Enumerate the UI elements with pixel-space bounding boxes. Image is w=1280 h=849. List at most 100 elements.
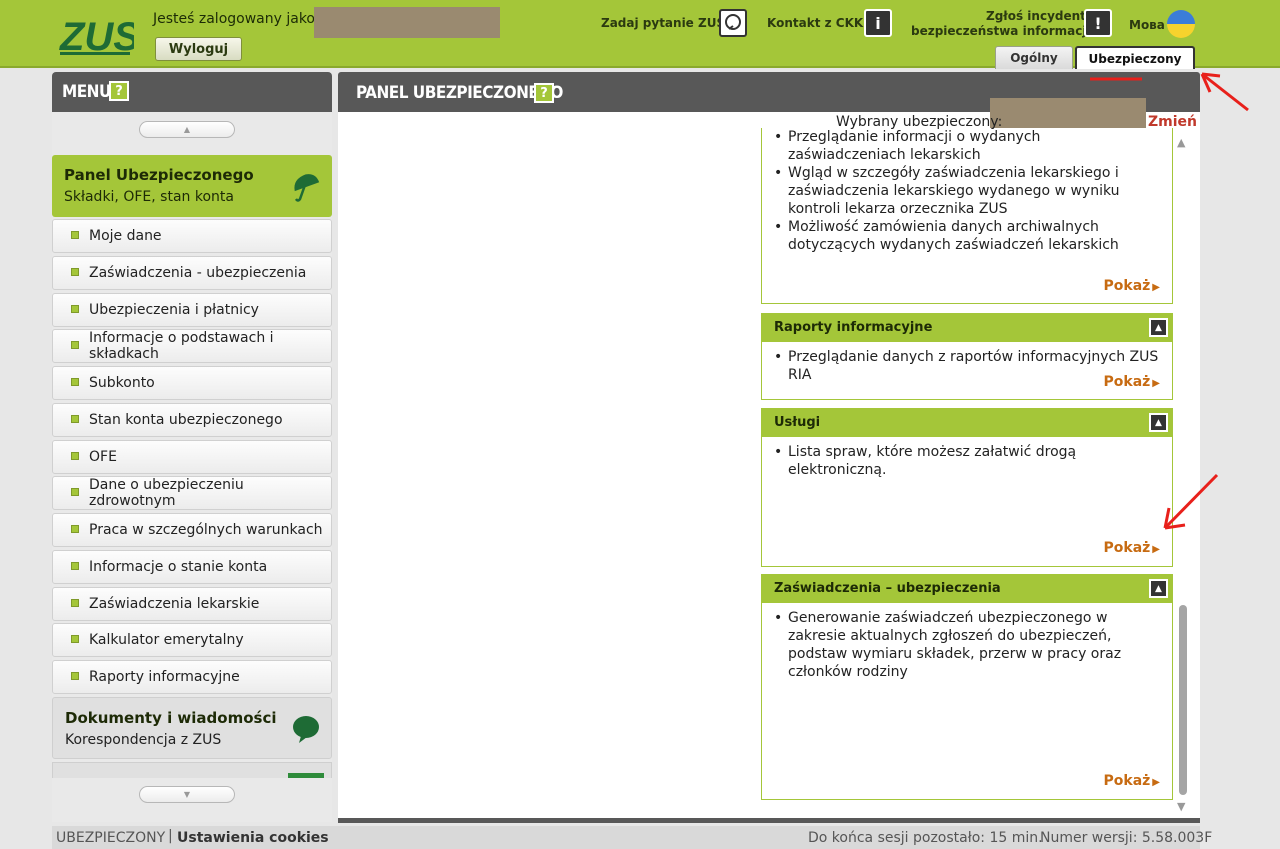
box-title: Zaświadczenia – ubezpieczenia xyxy=(774,581,1001,596)
next-menu-card[interactable] xyxy=(52,762,332,778)
sidebar-item-podstawy-skladki[interactable]: Informacje o podstawach i składkach xyxy=(52,329,332,363)
sidebar-item-label: Dane o ubezpieczeniu zdrowotnym xyxy=(89,477,244,509)
box-raporty-informacyjne: Raporty informacyjne ▲ Przeglądanie danyc… xyxy=(761,313,1173,400)
menu-help-icon[interactable]: ? xyxy=(109,81,129,101)
show-link[interactable]: Pokaż ▶ xyxy=(1104,278,1161,294)
bullet-icon xyxy=(71,562,79,570)
user-role: UBEZPIECZONY xyxy=(56,830,166,846)
sidebar-item-label: Zaświadczenia - ubezpieczenia xyxy=(89,265,307,281)
list-item: Generowanie zaświadczeń ubezpieczonego w… xyxy=(774,609,1160,681)
box-zaswiadczenia-lekarskie: Przeglądanie informacji o wydanych zaświ… xyxy=(761,128,1173,304)
bullet-icon xyxy=(71,452,79,460)
chevron-right-icon: ▶ xyxy=(1152,777,1160,788)
show-link-label: Pokaż xyxy=(1103,773,1151,789)
zus-logo[interactable]: ZUS xyxy=(58,12,134,58)
show-link[interactable]: Pokaż ▶ xyxy=(1104,374,1161,390)
ukraine-flag-icon[interactable] xyxy=(1167,10,1195,38)
sidebar-item-moje-dane[interactable]: Moje dane xyxy=(52,219,332,253)
version-number: Numer wersji: 5.58.003F xyxy=(1040,830,1213,846)
sidebar-item-stan-konta-ubezpieczonego[interactable]: Stan konta ubezpieczonego xyxy=(52,403,332,437)
bullet-icon xyxy=(71,672,79,680)
sidebar-item-ubezpieczenie-zdrowotne[interactable]: Dane o ubezpieczeniu zdrowotnym xyxy=(52,476,332,510)
menu-title: MENU xyxy=(62,82,111,102)
sidebar-item-raporty-informacyjne[interactable]: Raporty informacyjne xyxy=(52,660,332,694)
contact-ckk-link[interactable]: Kontakt z CKK xyxy=(767,16,863,30)
chevron-right-icon: ▶ xyxy=(1152,282,1160,293)
collapse-box-icon[interactable]: ▲ xyxy=(1149,579,1168,598)
list-item: Lista spraw, które możesz załatwić drogą… xyxy=(774,443,1160,479)
language-label[interactable]: Мова xyxy=(1129,18,1165,32)
sidebar-item-label: Kalkulator emerytalny xyxy=(89,632,244,648)
sidebar-item-label: Subkonto xyxy=(89,375,155,391)
sidebar-item-zaswiadczenia-lekarskie[interactable]: Zaświadczenia lekarskie xyxy=(52,587,332,621)
panel-card-subtitle: Składki, OFE, stan konta xyxy=(64,189,234,205)
sidebar-item-kalkulator-emerytalny[interactable]: Kalkulator emerytalny xyxy=(52,623,332,657)
list-item: Możliwość zamówienia danych archiwalnych… xyxy=(774,218,1160,254)
list-item: Przeglądanie informacji o wydanych zaświ… xyxy=(774,128,1160,164)
envelope-icon xyxy=(288,773,324,778)
logout-button[interactable]: Wyloguj xyxy=(155,37,242,61)
show-link[interactable]: Pokaż ▶ xyxy=(1104,773,1161,789)
box-header: Zaświadczenia – ubezpieczenia ▲ xyxy=(762,575,1172,603)
sidebar-item-label: OFE xyxy=(89,449,117,465)
box-title: Usługi xyxy=(774,415,821,430)
sidebar-item-label: Informacje o podstawach i składkach xyxy=(89,330,274,362)
sidebar-item-subkonto[interactable]: Subkonto xyxy=(52,366,332,400)
svg-text:ZUS: ZUS xyxy=(59,15,134,58)
ask-zus-link[interactable]: Zadaj pytanie ZUS xyxy=(601,16,725,30)
annotation-arrow-tab xyxy=(1090,72,1249,112)
sidebar-item-label: Moje dane xyxy=(89,228,162,244)
scroll-down-arrow-icon[interactable]: ▼ xyxy=(1177,800,1185,813)
chevron-right-icon: ▶ xyxy=(1152,378,1160,389)
collapse-box-icon[interactable]: ▲ xyxy=(1149,318,1168,337)
logged-in-label: Jesteś zalogowany jako: xyxy=(153,11,320,27)
umbrella-icon xyxy=(294,174,320,202)
docs-card-title: Dokumenty i wiadomości xyxy=(65,709,277,727)
show-link-label: Pokaż xyxy=(1103,278,1151,294)
main-help-icon[interactable]: ? xyxy=(534,83,554,103)
list-item: Wgląd w szczegóły zaświadczenia lekarski… xyxy=(774,164,1160,218)
bullet-icon xyxy=(71,341,79,349)
box-list: Przeglądanie informacji o wydanych zaświ… xyxy=(762,128,1172,254)
info-icon[interactable]: i xyxy=(864,9,892,37)
bullet-icon xyxy=(71,635,79,643)
menu-scroll-down-button[interactable]: ▼ xyxy=(139,786,235,803)
cookie-settings-link[interactable]: Ustawienia cookies xyxy=(177,830,329,846)
scrollbar-thumb[interactable] xyxy=(1179,605,1187,795)
top-header: ZUS Jesteś zalogowany jako: Wyloguj Zada… xyxy=(0,0,1280,69)
exclamation-icon[interactable]: ! xyxy=(1084,9,1112,37)
chat-bubble-icon[interactable] xyxy=(719,9,747,37)
docs-card-subtitle: Korespondencja z ZUS xyxy=(65,732,222,748)
collapse-box-icon[interactable]: ▲ xyxy=(1149,413,1168,432)
dokumenty-wiadomosci-card[interactable]: Dokumenty i wiadomości Korespondencja z … xyxy=(52,697,332,759)
sidebar-item-ubezpieczenia-platnicy[interactable]: Ubezpieczenia i płatnicy xyxy=(52,293,332,327)
box-header: Usługi ▲ xyxy=(762,409,1172,437)
bullet-icon xyxy=(71,415,79,423)
scroll-up-arrow-icon[interactable]: ▲ xyxy=(1177,136,1185,149)
panel-card-title: Panel Ubezpieczonego xyxy=(64,166,254,184)
speech-bubble-icon xyxy=(293,716,319,743)
incident-link-line2[interactable]: bezpieczeństwa informacji xyxy=(911,24,1091,38)
sidebar-item-ofe[interactable]: OFE xyxy=(52,440,332,474)
sidebar-item-label: Zaświadczenia lekarskie xyxy=(89,596,260,612)
sidebar-item-praca-szczegolne-warunki[interactable]: Praca w szczególnych warunkach xyxy=(52,513,332,547)
sidebar-item-zaswiadczenia-ubezpieczenia[interactable]: Zaświadczenia - ubezpieczenia xyxy=(52,256,332,290)
logged-in-user-redacted xyxy=(314,7,500,38)
bullet-icon xyxy=(71,488,79,496)
sidebar-item-label: Stan konta ubezpieczonego xyxy=(89,412,283,428)
sidebar-item-label: Praca w szczególnych warunkach xyxy=(89,522,323,538)
sidebar-item-informacje-stan-konta[interactable]: Informacje o stanie konta xyxy=(52,550,332,584)
panel-ubezpieczonego-card[interactable]: Panel Ubezpieczonego Składki, OFE, stan … xyxy=(52,155,332,217)
status-footer: UBEZPIECZONY | Ustawienia cookies Do koń… xyxy=(52,826,1212,849)
incident-link-line1[interactable]: Zgłoś incydent xyxy=(986,9,1086,23)
show-link-label: Pokaż xyxy=(1103,540,1151,556)
page-title: PANEL UBEZPIECZONEGO xyxy=(356,83,563,103)
sidebar-item-label: Informacje o stanie konta xyxy=(89,559,268,575)
bullet-icon xyxy=(71,378,79,386)
tab-ogolny[interactable]: Ogólny xyxy=(995,46,1073,69)
menu-scroll-up-button[interactable]: ▲ xyxy=(139,121,235,138)
show-link[interactable]: Pokaż ▶ xyxy=(1104,540,1161,556)
list-item: Przeglądanie danych z raportów informacy… xyxy=(774,348,1160,384)
show-link-label: Pokaż xyxy=(1103,374,1151,390)
bullet-icon xyxy=(71,268,79,276)
